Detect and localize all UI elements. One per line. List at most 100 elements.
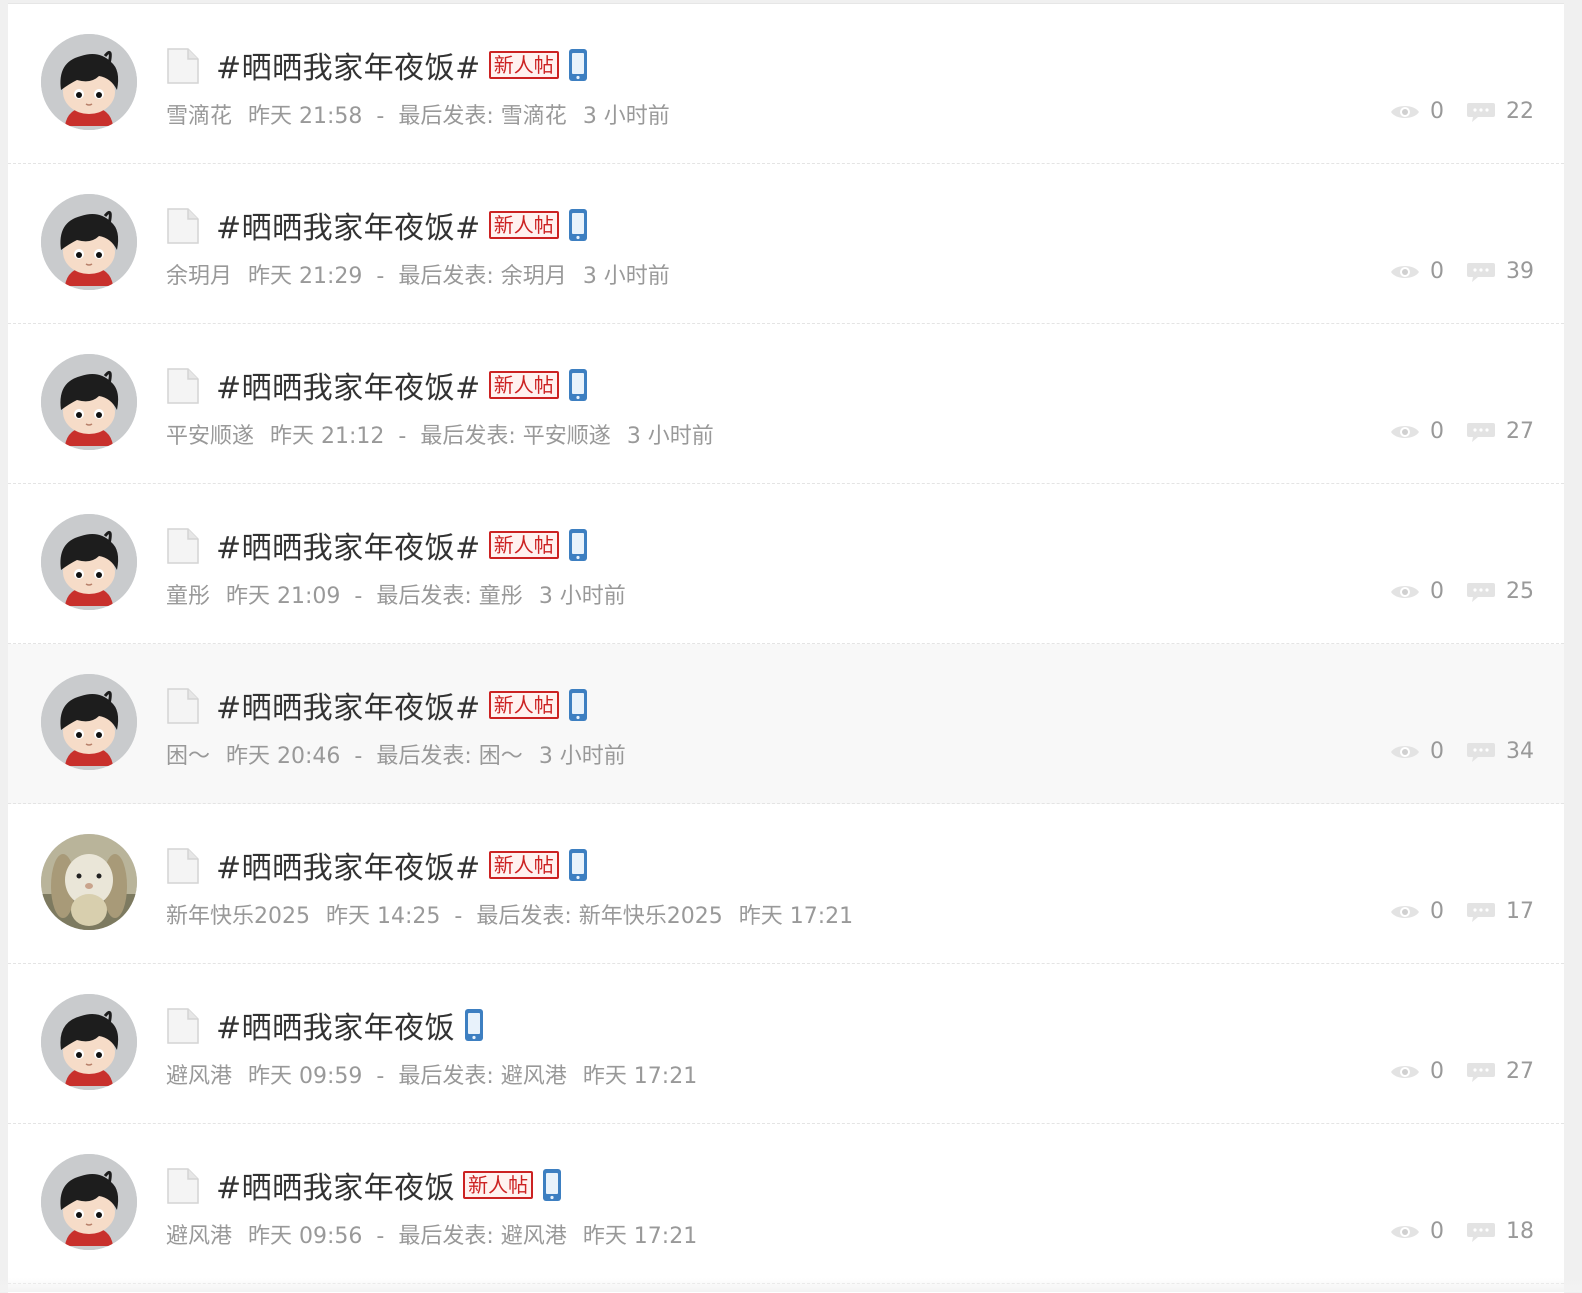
last-author-link[interactable]: 平安顺遂 bbox=[523, 424, 611, 449]
cartoon-boy-avatar-icon bbox=[41, 354, 137, 450]
author-link[interactable]: 余玥月 bbox=[166, 264, 232, 289]
author-link[interactable]: 平安顺遂 bbox=[166, 424, 254, 449]
mobile-post-icon bbox=[567, 528, 589, 562]
mobile-post-icon bbox=[567, 688, 589, 722]
author-link[interactable]: 雪滴花 bbox=[166, 104, 232, 129]
views-stat: 0 bbox=[1390, 259, 1444, 284]
thread-meta: 余玥月昨天 21:29-最后发表: 余玥月3 小时前 bbox=[166, 258, 670, 290]
meta-separator: - bbox=[376, 264, 384, 289]
last-author-link[interactable]: 童彤 bbox=[479, 584, 523, 609]
document-icon bbox=[166, 528, 200, 564]
post-time: 昨天 21:12 bbox=[270, 424, 384, 449]
replies-count: 18 bbox=[1506, 1219, 1534, 1244]
last-author-link[interactable]: 余玥月 bbox=[501, 264, 567, 289]
cartoon-boy-avatar-icon bbox=[41, 194, 137, 290]
user-avatar[interactable] bbox=[41, 994, 137, 1090]
meta-separator: - bbox=[354, 744, 362, 769]
cartoon-boy-avatar-icon bbox=[41, 994, 137, 1090]
cartoon-boy-avatar-icon bbox=[41, 674, 137, 770]
new-user-post-badge: 新人帖 bbox=[489, 211, 559, 239]
last-post-label: 最后发表: bbox=[398, 1224, 493, 1249]
thread-title-link[interactable]: #晒晒我家年夜饭# bbox=[216, 203, 481, 247]
cartoon-boy-avatar-icon bbox=[41, 514, 137, 610]
comment-bubble-icon bbox=[1466, 741, 1496, 763]
eye-icon bbox=[1390, 1223, 1420, 1241]
last-author-link[interactable]: 新年快乐2025 bbox=[579, 904, 723, 929]
last-post-label: 最后发表: bbox=[476, 904, 571, 929]
thread-title-line: #晒晒我家年夜饭 bbox=[216, 1003, 485, 1047]
user-avatar[interactable] bbox=[41, 514, 137, 610]
thread-title-line: #晒晒我家年夜饭# 新人帖 bbox=[216, 203, 589, 247]
last-post-time: 昨天 17:21 bbox=[583, 1064, 697, 1089]
rabbit-avatar-icon bbox=[41, 834, 137, 930]
last-author-link[interactable]: 困～ bbox=[479, 744, 523, 769]
thread-row[interactable]: #晒晒我家年夜饭# 新人帖 困～昨天 20:46-最后发表: 困～3 小时前 0 bbox=[8, 644, 1564, 804]
document-icon bbox=[166, 1168, 200, 1204]
replies-stat: 27 bbox=[1466, 1059, 1534, 1084]
thread-meta: 雪滴花昨天 21:58-最后发表: 雪滴花3 小时前 bbox=[166, 98, 670, 130]
mobile-post-icon bbox=[463, 1008, 485, 1042]
thread-list: #晒晒我家年夜饭# 新人帖 雪滴花昨天 21:58-最后发表: 雪滴花3 小时前… bbox=[8, 3, 1564, 1293]
thread-title-link[interactable]: #晒晒我家年夜饭# bbox=[216, 43, 481, 87]
last-author-link[interactable]: 避风港 bbox=[501, 1224, 567, 1249]
thread-meta: 避风港昨天 09:59-最后发表: 避风港昨天 17:21 bbox=[166, 1058, 697, 1090]
thread-title-line: #晒晒我家年夜饭# 新人帖 bbox=[216, 523, 589, 567]
post-time: 昨天 21:58 bbox=[248, 104, 362, 129]
author-link[interactable]: 童彤 bbox=[166, 584, 210, 609]
views-count: 0 bbox=[1430, 899, 1444, 924]
last-post-label: 最后发表: bbox=[398, 104, 493, 129]
views-count: 0 bbox=[1430, 259, 1444, 284]
last-post-label: 最后发表: bbox=[398, 1064, 493, 1089]
thread-row[interactable]: #晒晒我家年夜饭 新人帖 避风港昨天 09:56-最后发表: 避风港昨天 17:… bbox=[8, 1124, 1564, 1284]
replies-count: 34 bbox=[1506, 739, 1534, 764]
thread-stats: 0 27 bbox=[1390, 1059, 1534, 1084]
eye-icon bbox=[1390, 743, 1420, 761]
thread-row[interactable]: #晒晒我家年夜饭# 新人帖 雪滴花昨天 21:58-最后发表: 雪滴花3 小时前… bbox=[8, 4, 1564, 164]
author-link[interactable]: 困～ bbox=[166, 744, 210, 769]
user-avatar[interactable] bbox=[41, 1154, 137, 1250]
thread-meta: 平安顺遂昨天 21:12-最后发表: 平安顺遂3 小时前 bbox=[166, 418, 714, 450]
last-post-time: 3 小时前 bbox=[583, 104, 670, 129]
last-post-time: 3 小时前 bbox=[539, 744, 626, 769]
meta-separator: - bbox=[376, 1064, 384, 1089]
last-author-link[interactable]: 雪滴花 bbox=[501, 104, 567, 129]
replies-count: 22 bbox=[1506, 99, 1534, 124]
thread-title-line: #晒晒我家年夜饭# 新人帖 bbox=[216, 363, 589, 407]
post-time: 昨天 14:25 bbox=[326, 904, 440, 929]
thread-title-link[interactable]: #晒晒我家年夜饭 bbox=[216, 1163, 455, 1207]
thread-title-link[interactable]: #晒晒我家年夜饭 bbox=[216, 1003, 455, 1047]
user-avatar[interactable] bbox=[41, 674, 137, 770]
thread-title-link[interactable]: #晒晒我家年夜饭# bbox=[216, 523, 481, 567]
thread-row[interactable]: #晒晒我家年夜饭 避风港昨天 09:59-最后发表: 避风港昨天 17:21 0 bbox=[8, 964, 1564, 1124]
user-avatar[interactable] bbox=[41, 34, 137, 130]
user-avatar[interactable] bbox=[41, 834, 137, 930]
meta-separator: - bbox=[376, 1224, 384, 1249]
views-stat: 0 bbox=[1390, 739, 1444, 764]
new-user-post-badge: 新人帖 bbox=[489, 371, 559, 399]
views-stat: 0 bbox=[1390, 899, 1444, 924]
last-author-link[interactable]: 避风港 bbox=[501, 1064, 567, 1089]
user-avatar[interactable] bbox=[41, 354, 137, 450]
user-avatar[interactable] bbox=[41, 194, 137, 290]
replies-count: 27 bbox=[1506, 419, 1534, 444]
thread-title-link[interactable]: #晒晒我家年夜饭# bbox=[216, 363, 481, 407]
thread-title-link[interactable]: #晒晒我家年夜饭# bbox=[216, 683, 481, 727]
replies-count: 17 bbox=[1506, 899, 1534, 924]
thread-row[interactable]: #晒晒我家年夜饭# 新人帖 童彤昨天 21:09-最后发表: 童彤3 小时前 0 bbox=[8, 484, 1564, 644]
meta-separator: - bbox=[354, 584, 362, 609]
author-link[interactable]: 避风港 bbox=[166, 1064, 232, 1089]
thread-row[interactable]: #晒晒我家年夜饭# 新人帖 余玥月昨天 21:29-最后发表: 余玥月3 小时前… bbox=[8, 164, 1564, 324]
author-link[interactable]: 避风港 bbox=[166, 1224, 232, 1249]
views-count: 0 bbox=[1430, 419, 1444, 444]
last-post-time: 3 小时前 bbox=[539, 584, 626, 609]
replies-stat: 22 bbox=[1466, 99, 1534, 124]
thread-row[interactable]: #晒晒我家年夜饭# 新人帖 平安顺遂昨天 21:12-最后发表: 平安顺遂3 小… bbox=[8, 324, 1564, 484]
author-link[interactable]: 新年快乐2025 bbox=[166, 904, 310, 929]
document-icon bbox=[166, 688, 200, 724]
thread-row[interactable]: #晒晒我家年夜饭# 新人帖 新年快乐2025昨天 14:25-最后发表: 新年快… bbox=[8, 804, 1564, 964]
cartoon-boy-avatar-icon bbox=[41, 1154, 137, 1250]
eye-icon bbox=[1390, 263, 1420, 281]
thread-title-link[interactable]: #晒晒我家年夜饭# bbox=[216, 843, 481, 887]
thread-stats: 0 25 bbox=[1390, 579, 1534, 604]
replies-stat: 17 bbox=[1466, 899, 1534, 924]
